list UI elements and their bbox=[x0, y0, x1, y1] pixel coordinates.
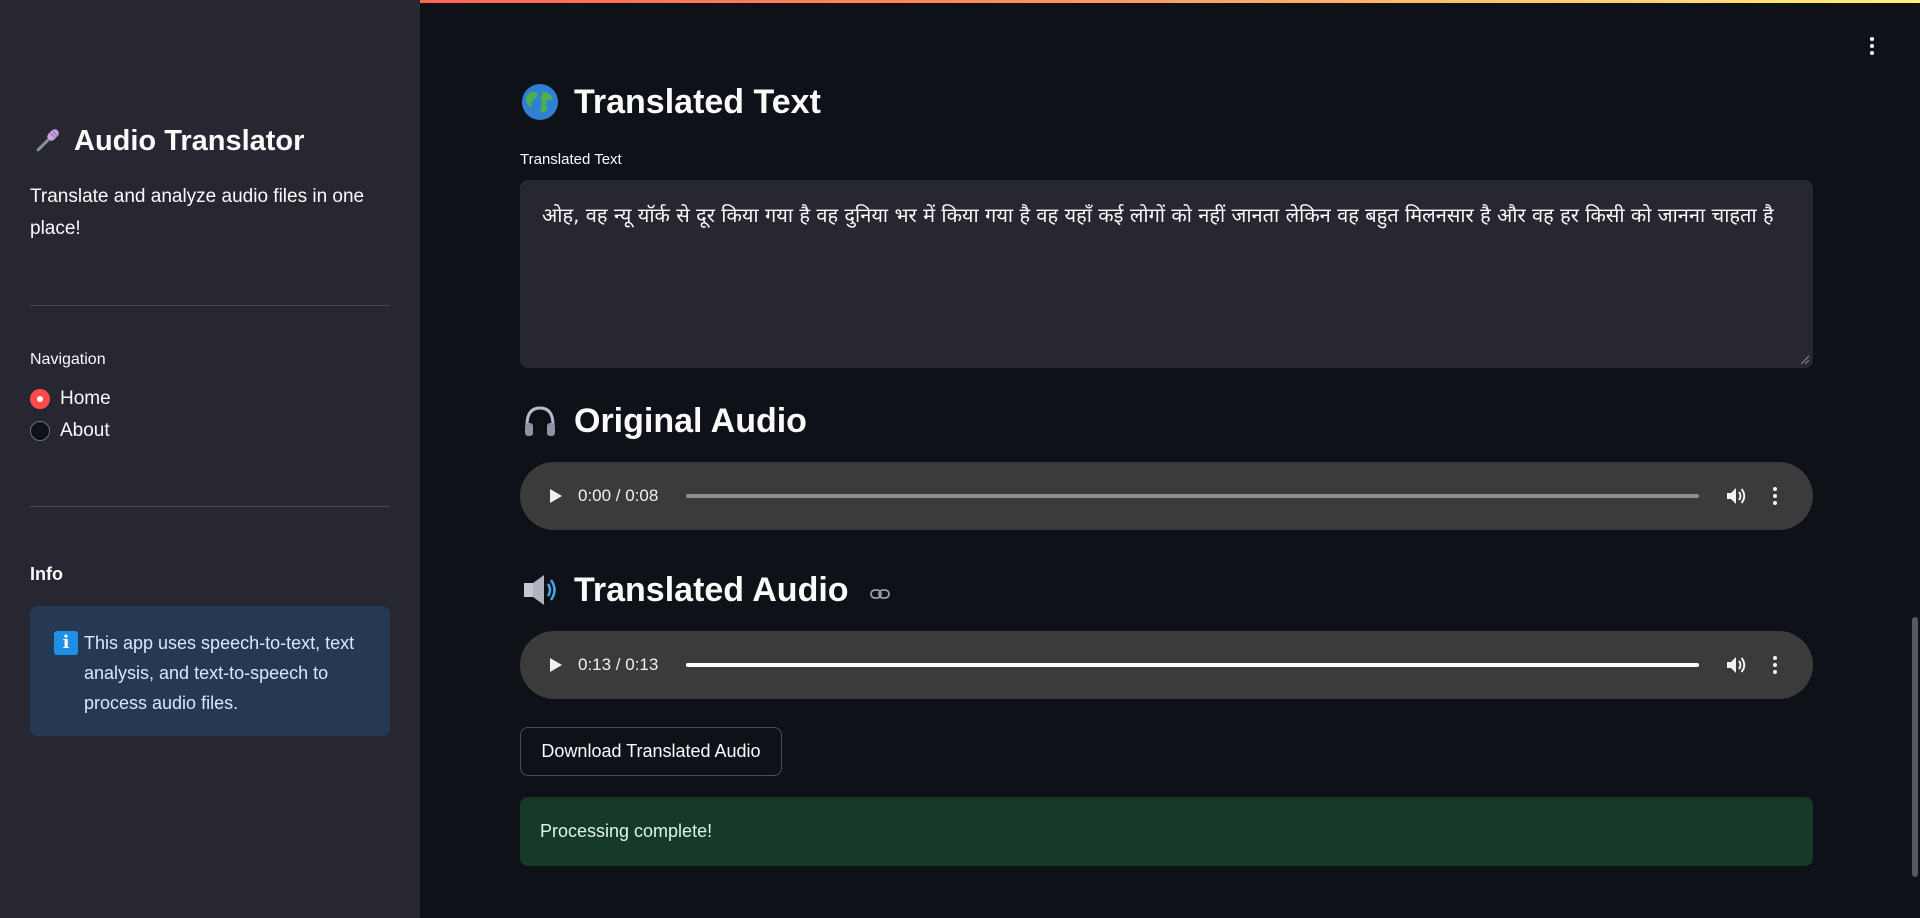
section-title: Translated Text bbox=[574, 82, 821, 121]
dot bbox=[1773, 663, 1777, 667]
audio-time: 0:00 / 0:08 bbox=[578, 486, 659, 505]
volume-icon[interactable] bbox=[1725, 484, 1749, 508]
divider bbox=[30, 305, 390, 306]
divider bbox=[30, 506, 390, 507]
sidebar: Audio Translator Translate and analyze a… bbox=[0, 0, 420, 918]
dot bbox=[1773, 494, 1777, 498]
audio-time: 0:13 / 0:13 bbox=[578, 655, 659, 674]
info-icon: i bbox=[54, 631, 78, 655]
navigation-label: Navigation bbox=[30, 351, 106, 368]
main-menu-button[interactable] bbox=[1860, 34, 1884, 58]
nav-option-home[interactable]: Home bbox=[30, 388, 111, 410]
radio-button[interactable] bbox=[30, 421, 50, 441]
original-audio-heading: Original Audio bbox=[520, 401, 807, 441]
success-alert: Processing complete! bbox=[520, 797, 1813, 866]
dot bbox=[1773, 487, 1777, 491]
dot bbox=[1773, 656, 1777, 660]
app-title: Audio Translator bbox=[74, 124, 305, 157]
link-icon[interactable] bbox=[869, 583, 891, 605]
translated-text-label: Translated Text bbox=[520, 151, 622, 168]
volume-icon[interactable] bbox=[1725, 653, 1749, 677]
scrollbar[interactable] bbox=[1912, 617, 1918, 877]
dot bbox=[1870, 51, 1874, 55]
translated-audio-player[interactable]: 0:13 / 0:13 bbox=[520, 631, 1813, 699]
resize-handle-icon[interactable] bbox=[1800, 355, 1810, 365]
more-options-icon[interactable] bbox=[1765, 484, 1785, 508]
nav-option-label: Home bbox=[60, 388, 111, 409]
sidebar-title: Audio Translator bbox=[30, 124, 304, 158]
speaker-icon bbox=[524, 575, 556, 605]
radio-button[interactable] bbox=[30, 389, 50, 409]
microphone-icon bbox=[36, 129, 59, 152]
audio-seek-bar[interactable] bbox=[686, 663, 1699, 667]
play-icon[interactable] bbox=[544, 653, 568, 677]
section-title: Original Audio bbox=[574, 401, 807, 440]
status-message: Processing complete! bbox=[540, 821, 713, 841]
translated-text-heading: Translated Text bbox=[520, 82, 821, 122]
play-icon[interactable] bbox=[544, 484, 568, 508]
download-translated-audio-button[interactable]: Download Translated Audio bbox=[520, 727, 782, 776]
audio-seek-bar[interactable] bbox=[686, 494, 1699, 498]
translated-audio-heading: Translated Audio bbox=[520, 570, 891, 610]
dot bbox=[1870, 37, 1874, 41]
nav-option-label: About bbox=[60, 420, 110, 441]
translated-text-area[interactable]: ओह, वह न्यू यॉर्क से दूर किया गया है वह … bbox=[520, 180, 1813, 368]
info-heading: Info bbox=[30, 564, 63, 584]
original-audio-player[interactable]: 0:00 / 0:08 bbox=[520, 462, 1813, 530]
section-title: Translated Audio bbox=[574, 570, 849, 609]
dot bbox=[1773, 670, 1777, 674]
dot bbox=[1870, 44, 1874, 48]
headphones-icon bbox=[525, 406, 555, 436]
info-text: This app uses speech-to-text, text analy… bbox=[84, 633, 355, 713]
audio-progress-fill bbox=[686, 663, 1699, 667]
app-description: Translate and analyze audio files in one… bbox=[30, 186, 365, 239]
more-options-icon[interactable] bbox=[1765, 653, 1785, 677]
dot bbox=[1773, 501, 1777, 505]
info-callout: i This app uses speech-to-text, text ana… bbox=[30, 606, 390, 736]
nav-option-about[interactable]: About bbox=[30, 420, 110, 442]
globe-icon bbox=[522, 84, 558, 120]
